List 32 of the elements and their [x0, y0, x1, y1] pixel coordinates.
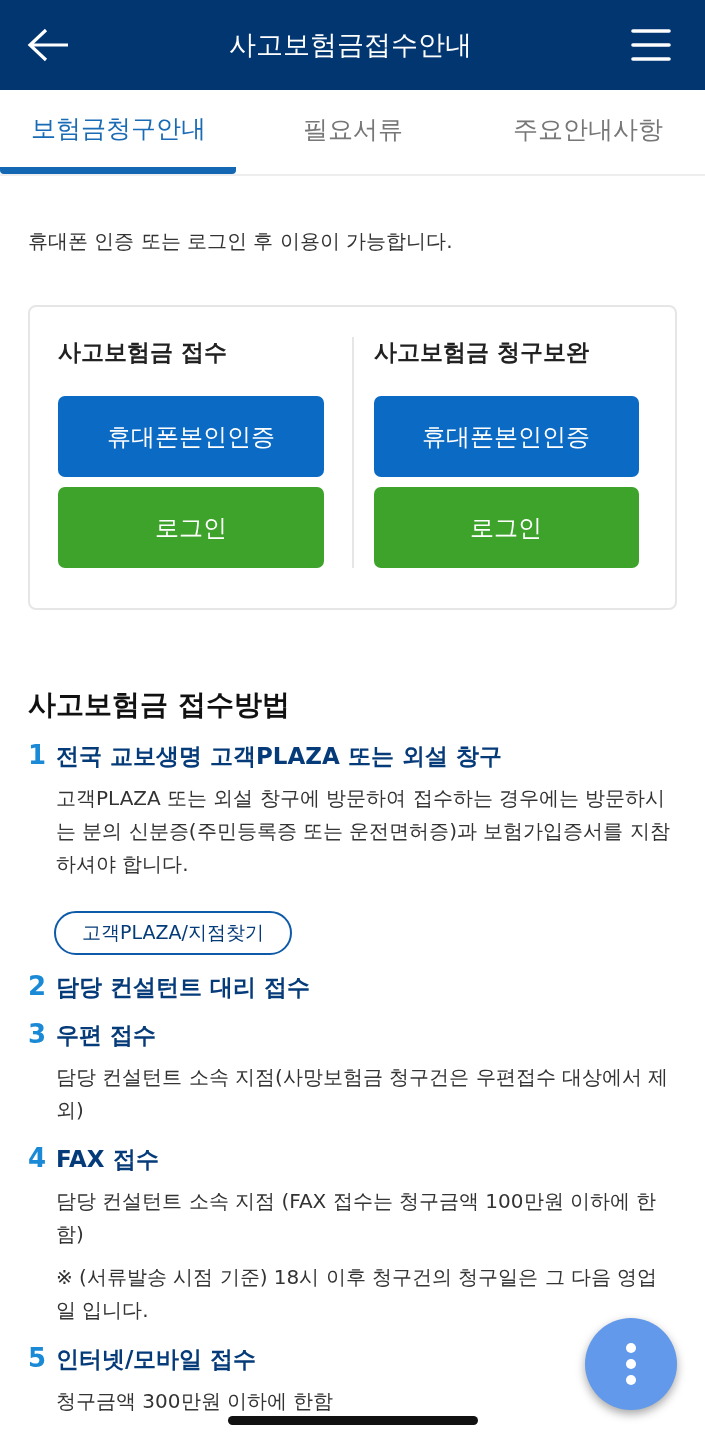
step-text: 청구금액 300만원 이하에 한함 — [56, 1388, 335, 1415]
card-heading: 사고보험금 청구보완 — [373, 338, 590, 367]
verify-button[interactable]: 휴대폰본인인증 — [58, 396, 324, 477]
step-number: 2 — [28, 971, 46, 1001]
step-title: FAX 접수 — [56, 1145, 159, 1174]
verify-button[interactable]: 휴대폰본인인증 — [373, 396, 639, 477]
section-title: 사고보험금 접수방법 — [28, 687, 291, 723]
more-icon — [625, 1342, 637, 1386]
step-number: 5 — [28, 1343, 46, 1373]
tab[interactable]: 필요서류 — [236, 90, 471, 174]
step-title: 담당 컨설턴트 대리 접수 — [56, 973, 311, 1002]
login-button[interactable]: 로그인 — [373, 487, 639, 568]
page-title: 사고보험금접수안내 — [229, 28, 472, 62]
step-title: 인터넷/모바일 접수 — [56, 1345, 257, 1374]
notice-text: 휴대폰 인증 또는 로그인 후 이용이 가능합니다. — [28, 228, 454, 255]
step-number: 3 — [28, 1019, 46, 1049]
tab[interactable]: 보험금청구안내 — [0, 90, 236, 174]
step-text: ※ (서류발송 시점 기준) 18시 이후 청구건의 청구일은 그 다음 영업일 입니다. — [56, 1264, 659, 1324]
step-title: 전국 교보생명 고객PLAZA 또는 외설 창구 — [56, 742, 502, 771]
step-text: 담당 컨설턴트 소속 지점 (FAX 접수는 청구금액 100만원 이하에 한함) — [56, 1188, 658, 1248]
step-text: 고객PLAZA 또는 외설 창구에 방문하여 접수하는 경우에는 방문하시는 분의 신분증(주민등록증 또는 운전면허증)과 보험가입증서를 지참하셔야 합니다. — [56, 785, 671, 878]
step-number: 1 — [28, 740, 46, 770]
find-branch-button[interactable]: 고객PLAZA/지점찾기 — [54, 911, 292, 955]
card-heading: 사고보험금 접수 — [58, 338, 228, 367]
back-icon[interactable] — [26, 27, 70, 63]
more-button[interactable] — [585, 1318, 677, 1410]
tab[interactable]: 주요안내사항 — [470, 90, 705, 174]
menu-icon[interactable] — [631, 28, 671, 62]
step-text: 담당 컨설턴트 소속 지점(사망보험금 청구건은 우편접수 대상에서 제외) — [56, 1064, 670, 1124]
login-button[interactable]: 로그인 — [58, 487, 324, 568]
step-title: 우편 접수 — [56, 1021, 156, 1050]
step-number: 4 — [28, 1143, 46, 1173]
